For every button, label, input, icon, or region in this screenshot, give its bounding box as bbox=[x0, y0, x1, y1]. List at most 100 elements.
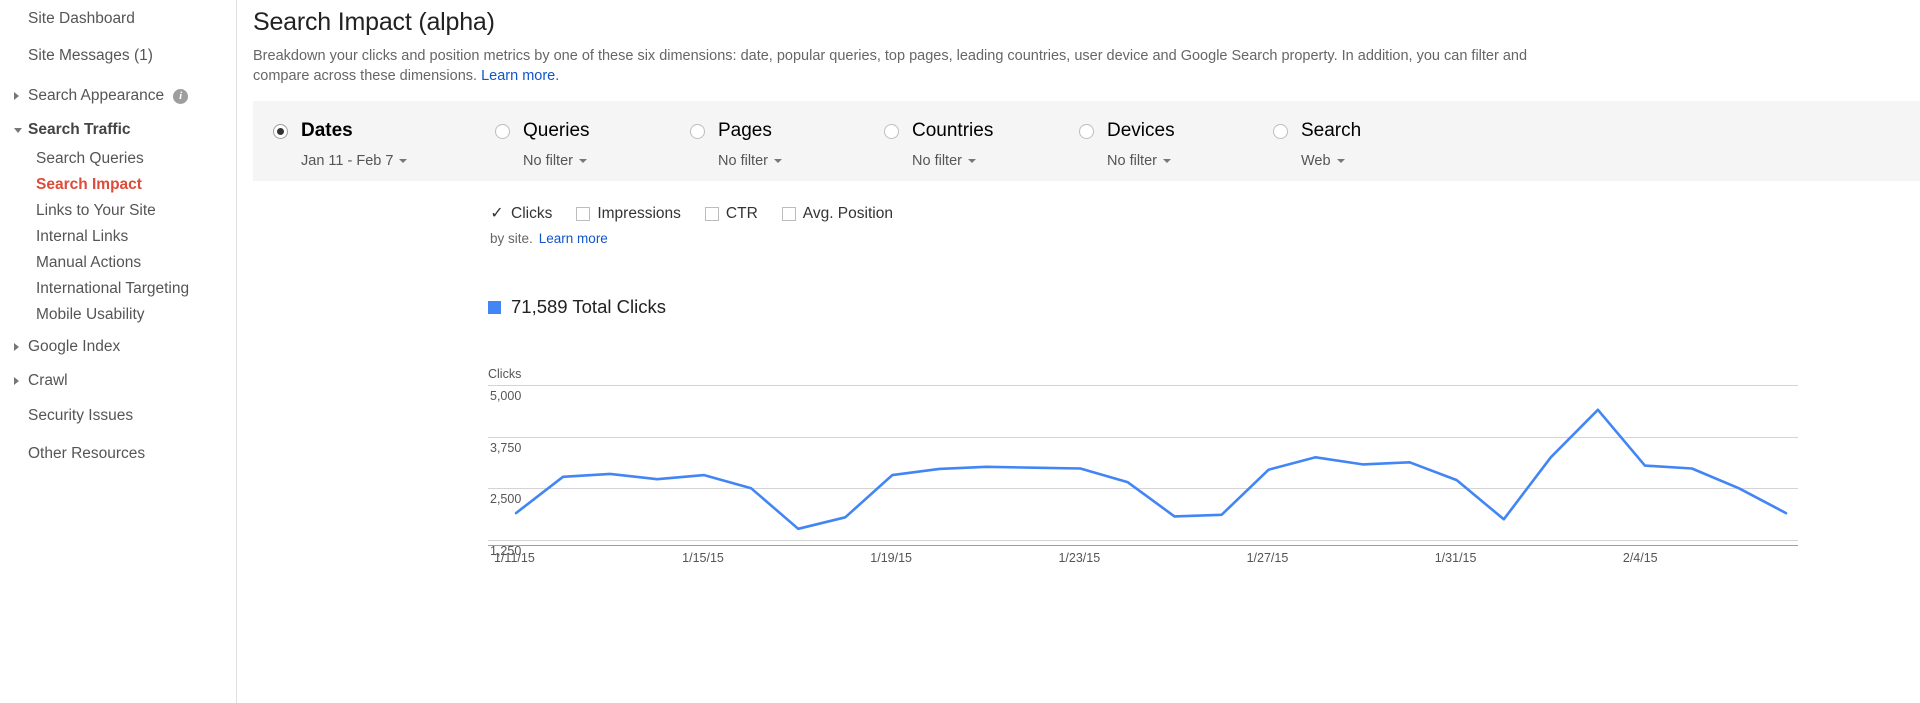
x-axis-tick-label: 1/31/15 bbox=[1434, 551, 1477, 565]
metric-label: Avg. Position bbox=[802, 205, 893, 222]
metric-toggle-avg-position[interactable]: Avg. Position bbox=[781, 205, 893, 223]
x-axis-tick-label: 1/11/15 bbox=[494, 551, 535, 565]
dimension-filter-countries[interactable]: No filter bbox=[912, 153, 993, 169]
dimension-radio-row-pages[interactable]: Pages bbox=[690, 101, 782, 153]
sidebar-item-label: Manual Actions bbox=[36, 254, 142, 271]
dimension-label-search: Search bbox=[1301, 120, 1362, 141]
sidebar-item-links-to-your-site[interactable]: Links to Your Site bbox=[0, 198, 236, 224]
dimension-radio-row-devices[interactable]: Devices bbox=[1079, 101, 1175, 153]
dimension-filter-label: No filter bbox=[523, 153, 573, 169]
checkbox-impressions[interactable] bbox=[576, 207, 591, 221]
sidebar-item-label: Links to Your Site bbox=[36, 202, 156, 219]
sidebar-item-other-resources[interactable]: Other Resources bbox=[0, 441, 236, 467]
metric-toggle-ctr[interactable]: CTR bbox=[704, 205, 758, 223]
dimension-column-dates: Dates Jan 11 - Feb 7 bbox=[273, 101, 408, 181]
dimension-column-countries: Countries No filter bbox=[884, 101, 993, 181]
chevron-right-icon bbox=[14, 377, 19, 385]
dimension-radio-row-queries[interactable]: Queries bbox=[495, 101, 590, 153]
chevron-down-icon bbox=[967, 159, 976, 163]
by-site-note: by site. Learn more bbox=[490, 231, 608, 246]
radio-dates[interactable] bbox=[273, 123, 288, 139]
main-content: Search Impact (alpha) Breakdown your cli… bbox=[237, 0, 1920, 703]
chevron-down-icon bbox=[578, 159, 587, 163]
dimension-column-search: Search Web bbox=[1273, 101, 1361, 181]
radio-queries[interactable] bbox=[495, 123, 510, 139]
dimension-filter-devices[interactable]: No filter bbox=[1107, 153, 1175, 169]
sidebar-item-international-targeting[interactable]: International Targeting bbox=[0, 276, 236, 302]
dimension-label-dates: Dates bbox=[301, 120, 353, 141]
radio-devices[interactable] bbox=[1079, 123, 1094, 139]
by-site-text: by site. bbox=[490, 231, 533, 246]
sidebar-item-label: Security Issues bbox=[28, 407, 134, 425]
dimension-filter-label: No filter bbox=[912, 153, 962, 169]
sidebar-item-site-messages-1[interactable]: Site Messages (1) bbox=[0, 43, 236, 69]
radio-pages[interactable] bbox=[690, 123, 705, 139]
dimension-column-pages: Pages No filter bbox=[690, 101, 782, 181]
clicks-series-line bbox=[514, 408, 1788, 531]
dimension-selector-bar: Dates Jan 11 - Feb 7 Queries No filter Pages… bbox=[253, 101, 1920, 181]
dimension-column-queries: Queries No filter bbox=[495, 101, 590, 181]
learn-more-link-bysite[interactable]: Learn more bbox=[539, 231, 608, 246]
sidebar-group-search-appearance[interactable]: Search Appearance i bbox=[0, 83, 236, 109]
dimension-filter-pages[interactable]: No filter bbox=[718, 153, 782, 169]
x-axis-tick-label: 1/27/15 bbox=[1246, 551, 1289, 565]
info-icon[interactable]: i bbox=[173, 88, 189, 104]
sidebar-item-search-impact[interactable]: Search Impact bbox=[0, 172, 236, 198]
learn-more-link-description[interactable]: Learn more. bbox=[481, 68, 559, 84]
page-description-text: Breakdown your clicks and position metri… bbox=[253, 48, 1528, 84]
sidebar-item-security-issues[interactable]: Security Issues bbox=[0, 403, 236, 429]
dimension-label-countries: Countries bbox=[912, 120, 994, 141]
x-axis-tick-label: 1/23/15 bbox=[1058, 551, 1101, 565]
chart-plot-area: 5,000 3,750 2,500 1,250 bbox=[488, 385, 1798, 558]
sidebar-item-label: Other Resources bbox=[28, 445, 146, 463]
dimension-filter-search[interactable]: Web bbox=[1301, 153, 1361, 169]
sidebar-item-site-dashboard[interactable]: Site Dashboard bbox=[0, 6, 236, 32]
sidebar-item-label: Mobile Usability bbox=[36, 306, 145, 323]
metric-label: CTR bbox=[725, 205, 758, 222]
check-icon: ✓ bbox=[490, 205, 504, 222]
page-title: Search Impact (alpha) bbox=[253, 8, 495, 36]
sidebar-item-search-queries[interactable]: Search Queries bbox=[0, 146, 236, 172]
sidebar-item-label: Search Impact bbox=[36, 176, 142, 193]
chevron-down-icon bbox=[399, 159, 408, 163]
metric-toggle-impressions[interactable]: Impressions bbox=[576, 205, 681, 223]
chart-legend: 71,589 Total Clicks bbox=[488, 296, 666, 318]
dimension-filter-queries[interactable]: No filter bbox=[523, 153, 590, 169]
sidebar-item-label: International Targeting bbox=[36, 280, 190, 297]
chevron-right-icon bbox=[14, 92, 19, 100]
sidebar-item-manual-actions[interactable]: Manual Actions bbox=[0, 250, 236, 276]
metric-label: Clicks bbox=[511, 205, 553, 222]
sidebar-item-mobile-usability[interactable]: Mobile Usability bbox=[0, 302, 236, 328]
x-axis-tick-label: 1/19/15 bbox=[870, 551, 912, 565]
dimension-filter-label: Web bbox=[1301, 153, 1331, 169]
page-description: Breakdown your clicks and position metri… bbox=[237, 37, 1599, 86]
dimension-radio-row-countries[interactable]: Countries bbox=[884, 101, 993, 153]
dimension-filter-dates[interactable]: Jan 11 - Feb 7 bbox=[301, 153, 408, 169]
legend-swatch-icon bbox=[488, 300, 501, 314]
sidebar-item-label: Site Dashboard bbox=[28, 10, 135, 28]
dimension-filter-label: No filter bbox=[1107, 153, 1157, 169]
chart-x-axis-line bbox=[488, 545, 1798, 546]
dimension-label-pages: Pages bbox=[718, 120, 772, 141]
checkbox-avg-position[interactable] bbox=[781, 207, 796, 221]
checkbox-ctr[interactable] bbox=[704, 207, 719, 221]
sidebar-group-crawl[interactable]: Crawl bbox=[0, 368, 236, 394]
sidebar-group-label: Google Index bbox=[28, 338, 121, 355]
radio-search[interactable] bbox=[1273, 123, 1288, 139]
radio-countries[interactable] bbox=[884, 123, 899, 139]
chevron-down-icon bbox=[773, 159, 782, 163]
x-axis-tick-label: 1/15/15 bbox=[682, 551, 724, 565]
clicks-line-chart: Clicks 5,000 3,750 2,500 1,250 bbox=[488, 367, 1798, 567]
sidebar-group-label: Search Traffic bbox=[28, 121, 131, 138]
chart-y-axis-title: Clicks bbox=[488, 367, 522, 381]
dimension-radio-row-dates[interactable]: Dates bbox=[273, 101, 407, 153]
metric-toggle-clicks[interactable]: ✓ Clicks bbox=[490, 205, 552, 223]
dimension-radio-row-search[interactable]: Search bbox=[1273, 101, 1361, 153]
dimension-column-devices: Devices No filter bbox=[1079, 101, 1175, 181]
sidebar-item-internal-links[interactable]: Internal Links bbox=[0, 224, 236, 250]
chevron-down-icon bbox=[14, 127, 22, 133]
chevron-right-icon bbox=[14, 343, 19, 351]
sidebar-group-google-index[interactable]: Google Index bbox=[0, 334, 236, 360]
sidebar-group-search-traffic[interactable]: Search Traffic bbox=[0, 117, 236, 143]
dimension-label-queries: Queries bbox=[523, 120, 590, 141]
